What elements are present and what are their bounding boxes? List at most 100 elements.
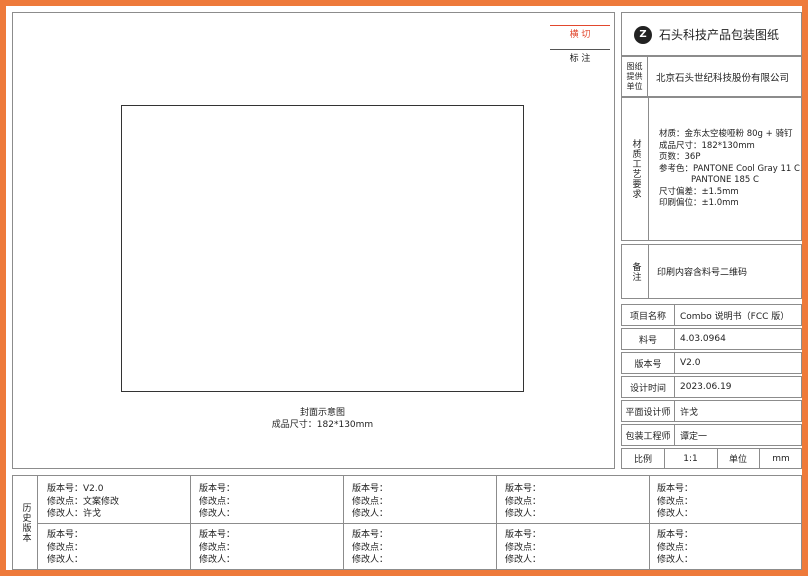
- version-prefix: 版本号：: [199, 530, 236, 540]
- info-row-version: 版本号 V2.0: [621, 352, 802, 374]
- cover-preview-outline: [121, 105, 524, 392]
- drawing-title: 石头科技产品包装图纸: [659, 28, 780, 42]
- change-text: 文案修改: [83, 496, 120, 507]
- history-entry: 版本号： 修改点： 修改人：: [657, 529, 693, 567]
- change-prefix: 修改点：: [352, 496, 389, 507]
- version-prefix: 版本号：: [47, 530, 84, 540]
- material-spec-list: 材质：金东太空梭哑粉 80g + 骑钉 成品尺寸：182*130mm 页数：36…: [659, 129, 800, 210]
- change-prefix: 修改点：: [199, 496, 236, 507]
- cover-size-caption: 成品尺寸：182*130mm: [271, 420, 374, 430]
- legend-annotation: 标 注: [550, 49, 610, 64]
- editor-prefix: 修改人：: [47, 509, 84, 519]
- legend-die-cut: 横 切: [550, 25, 610, 40]
- packaging-engineer-value: 谭定一: [680, 431, 708, 442]
- version-prefix: 版本号：: [352, 530, 389, 540]
- history-label-cell: 历史版本: [13, 476, 38, 569]
- history-label: 历史版本: [20, 502, 31, 543]
- graphic-designer-value: 许戈: [680, 407, 699, 418]
- material-row: 材质工艺要求 材质：金东太空梭哑粉 80g + 骑钉 成品尺寸：182*130m…: [621, 97, 802, 241]
- history-entry: 版本号：V2.0 修改点：文案修改 修改人：许戈: [47, 483, 119, 521]
- remarks-label-cell: 备注: [622, 245, 649, 298]
- legend-annotation-label: 标 注: [569, 54, 591, 64]
- info-row-part-number: 料号 4.03.0964: [621, 328, 802, 350]
- version-prefix: 版本号：: [47, 484, 84, 494]
- version-prefix: 版本号：: [199, 484, 236, 494]
- material-spec-line: 尺寸偏差：±1.5mm: [659, 186, 739, 197]
- remarks-row: 备注 印刷内容含料号二维码: [621, 244, 802, 299]
- material-spec-line: 材质：金东太空梭哑粉 80g + 骑钉: [659, 129, 793, 139]
- editor-prefix: 修改人：: [47, 555, 84, 565]
- history-entry: 版本号： 修改点： 修改人：: [657, 483, 693, 521]
- version-history-table: 历史版本 版本号：V2.0 修改点：文案修改 修改人：许戈 版本号： 修改点： …: [12, 475, 802, 570]
- history-entry: 版本号： 修改点： 修改人：: [199, 483, 235, 521]
- history-col-divider: [343, 476, 344, 569]
- version-prefix: 版本号：: [505, 484, 542, 494]
- die-cut-line: [550, 25, 610, 26]
- scale-row: 比例 1:1 单位 mm: [621, 448, 802, 469]
- scale-value: 1:1: [664, 449, 718, 468]
- history-col-divider: [190, 476, 191, 569]
- history-entry: 版本号： 修改点： 修改人：: [352, 483, 388, 521]
- material-label: 材质工艺要求: [630, 139, 641, 199]
- change-prefix: 修改点：: [199, 542, 236, 553]
- packaging-engineer-label: 包装工程师: [622, 425, 675, 445]
- change-prefix: 修改点：: [657, 496, 694, 507]
- history-col-divider: [496, 476, 497, 569]
- editor-prefix: 修改人：: [199, 555, 236, 565]
- drawing-sheet: 横 切 标 注 封面示意图 成品尺寸：182*130mm Z 石头科技产品包装图…: [6, 6, 802, 570]
- history-entry: 版本号： 修改点： 修改人：: [199, 529, 235, 567]
- version-label: 版本号: [622, 353, 675, 373]
- version-prefix: 版本号：: [505, 530, 542, 540]
- change-prefix: 修改点：: [505, 542, 542, 553]
- annotation-line: [550, 49, 610, 50]
- history-col-divider: [649, 476, 650, 569]
- editor-text: 许戈: [83, 509, 102, 519]
- part-number-label: 料号: [622, 329, 675, 349]
- roborock-logo-icon: Z: [634, 26, 652, 44]
- design-date-label: 设计时间: [622, 377, 675, 397]
- info-row-design-date: 设计时间 2023.06.19: [621, 376, 802, 398]
- info-row-project: 项目名称 Combo 说明书（FCC 版）: [621, 304, 802, 326]
- remarks-label: 备注: [630, 261, 641, 282]
- change-prefix: 修改点：: [47, 542, 84, 553]
- history-entry: 版本号： 修改点： 修改人：: [505, 529, 541, 567]
- cover-caption: 封面示意图: [299, 408, 345, 418]
- project-name-value: Combo 说明书（FCC 版）: [680, 311, 790, 322]
- editor-prefix: 修改人：: [657, 555, 694, 565]
- legend-die-cut-label: 横 切: [569, 30, 591, 40]
- project-name-label: 项目名称: [622, 305, 675, 325]
- remarks-value: 印刷内容含料号二维码: [657, 268, 748, 278]
- info-row-graphic-designer: 平面设计师 许戈: [621, 400, 802, 422]
- change-prefix: 修改点：: [505, 496, 542, 507]
- material-spec-line: 印刷偏位：±1.0mm: [659, 198, 739, 208]
- title-block: Z 石头科技产品包装图纸: [621, 12, 802, 56]
- editor-prefix: 修改人：: [352, 509, 389, 519]
- version-prefix: 版本号：: [657, 530, 694, 540]
- info-row-packaging-engineer: 包装工程师 谭定一: [621, 424, 802, 446]
- change-prefix: 修改点：: [352, 542, 389, 553]
- version-text: V2.0: [83, 484, 104, 494]
- editor-prefix: 修改人：: [199, 509, 236, 519]
- material-spec-line: 页数：36P: [659, 152, 701, 162]
- scale-label: 比例: [622, 449, 665, 468]
- material-spec-line: 参考色：PANTONE Cool Gray 11 C: [659, 163, 800, 174]
- drawing-area: 横 切 标 注 封面示意图 成品尺寸：182*130mm: [12, 12, 615, 469]
- history-entry: 版本号： 修改点： 修改人：: [505, 483, 541, 521]
- version-value: V2.0: [680, 358, 701, 368]
- unit-value: mm: [772, 453, 790, 464]
- history-entry: 版本号： 修改点： 修改人：: [47, 529, 83, 567]
- editor-prefix: 修改人：: [505, 555, 542, 565]
- history-row-divider: [37, 523, 801, 524]
- material-spec-line: 成品尺寸：182*130mm: [659, 140, 755, 151]
- material-spec-line: PANTONE 185 C: [691, 175, 759, 185]
- material-label-cell: 材质工艺要求: [622, 98, 649, 240]
- version-prefix: 版本号：: [657, 484, 694, 494]
- editor-prefix: 修改人：: [352, 555, 389, 565]
- graphic-designer-label: 平面设计师: [622, 401, 675, 421]
- provider-value: 北京石头世纪科技股份有限公司: [656, 72, 790, 84]
- design-date-value: 2023.06.19: [680, 382, 732, 392]
- part-number-value: 4.03.0964: [680, 334, 726, 344]
- history-entry: 版本号： 修改点： 修改人：: [352, 529, 388, 567]
- unit-label: 单位: [717, 449, 760, 468]
- change-prefix: 修改点：: [47, 496, 84, 507]
